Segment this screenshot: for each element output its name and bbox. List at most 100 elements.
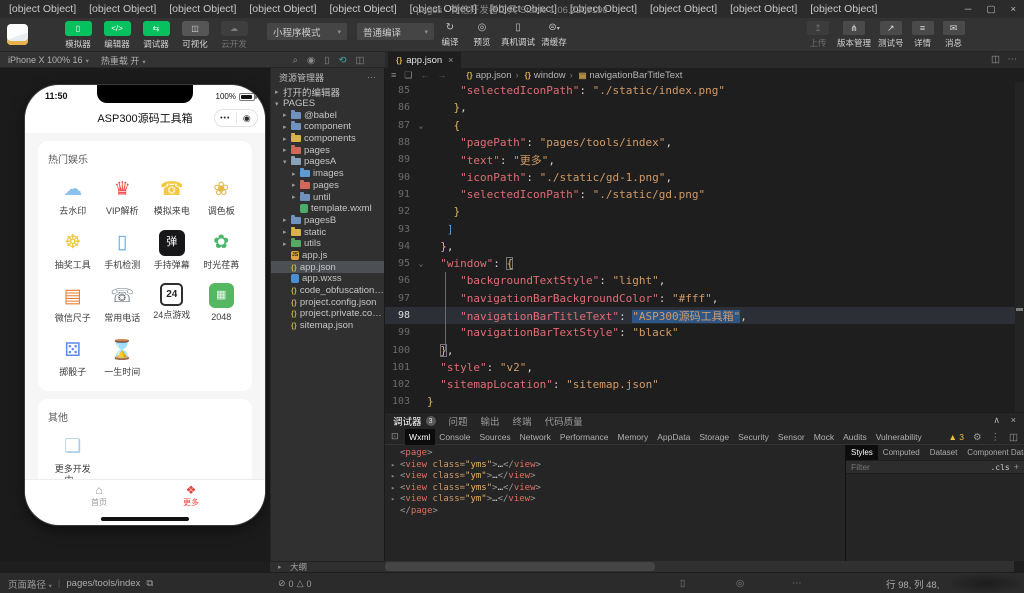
tab-app-json[interactable]: {} app.json × [388, 52, 462, 68]
devtools-tab[interactable]: Security [734, 429, 774, 445]
tree-item[interactable]: JS app.js [271, 250, 384, 262]
app-entry[interactable]: ⌛ 一生时间 [98, 337, 148, 379]
horizontal-scrollbar[interactable] [385, 561, 1014, 572]
capsule-menu[interactable]: ••• ◉ [214, 109, 258, 127]
styles-tab[interactable]: Computed [878, 445, 925, 460]
app-entry[interactable]: ☎ 模拟来电 [147, 176, 197, 218]
explorer-more-icon[interactable]: ⋯ [367, 72, 376, 83]
toolbar-action-button[interactable]: ⊜▾ 清缓存 [541, 22, 567, 48]
toolbar-toggle-button[interactable]: ☁ 云开发 [218, 21, 250, 50]
wxml-node[interactable]: <page> [391, 448, 839, 460]
toolbar-toggle-button[interactable]: </> 编辑器 [101, 21, 133, 50]
tree-item[interactable]: ▾ pagesA [271, 156, 384, 168]
debugger-tab[interactable]: 输出 [481, 414, 500, 428]
debugger-tab[interactable]: 调试器 3 [393, 414, 436, 428]
debugger-tab[interactable]: 代码质量 [545, 414, 583, 428]
devtools-tab[interactable]: AppData [653, 429, 695, 445]
user-avatar[interactable] [7, 24, 28, 45]
menu-item[interactable]: [object Object] [9, 3, 76, 15]
menu-item[interactable]: [object Object] [730, 3, 797, 15]
menu-item[interactable]: [object Object] [249, 3, 316, 15]
breadcrumb-item[interactable]: › ▤ navigationBarTitleText [570, 70, 683, 81]
close-panel-icon[interactable]: × [1011, 415, 1016, 425]
code-line[interactable]: 85 "selectedIconPath": "./static/index.p… [385, 82, 1024, 99]
inspect-element-icon[interactable]: ⊡ [385, 431, 405, 442]
code-editor[interactable]: 85 "selectedIconPath": "./static/index.p… [385, 82, 1024, 412]
tree-item[interactable]: ▾ PAGES [271, 98, 384, 110]
back-icon[interactable]: ← [420, 70, 429, 80]
devtools-tab[interactable]: Network [515, 429, 555, 445]
devtools-tab[interactable]: Audits [839, 429, 872, 445]
devtools-tab[interactable]: Console [435, 429, 475, 445]
menu-item[interactable]: [object Object] [650, 3, 717, 15]
outline-icon[interactable]: ≡ [391, 70, 396, 80]
toolbar-action-button[interactable]: ◎ 预览 [469, 22, 495, 48]
app-entry[interactable]: ▤ 微信尺子 [48, 283, 98, 325]
tree-item[interactable]: ▸ images [271, 168, 384, 180]
wxml-node[interactable]: ▸ <view class="yms">…</view> [391, 483, 839, 495]
tree-item[interactable]: ▸ 打开的编辑器 [271, 86, 384, 99]
code-line[interactable]: 97 "navigationBarBackgroundColor": "#fff… [385, 290, 1024, 307]
tree-item[interactable]: ▸ until [271, 191, 384, 203]
toolbar-right-button[interactable]: ≡ 详情 [911, 21, 935, 49]
scrollbar-thumb[interactable] [385, 562, 655, 571]
split-editor-icon[interactable]: ◫ [991, 54, 1000, 65]
app-entry[interactable]: ▯ 手机检测 [98, 230, 148, 272]
tab-close-icon[interactable]: × [448, 55, 453, 65]
capsule-home-icon[interactable]: ◉ [237, 113, 258, 124]
tree-item[interactable]: template.wxml [271, 203, 384, 215]
devtools-tab[interactable]: Memory [613, 429, 653, 445]
more-status-icon[interactable]: ⋯ [792, 573, 802, 593]
tree-item[interactable]: {} app.json [271, 261, 384, 273]
menu-item[interactable]: [object Object] [810, 3, 877, 15]
toolbar-right-button[interactable]: ⋔ 版本管理 [837, 21, 871, 49]
expand-arrow-icon[interactable] [391, 448, 400, 460]
devtools-tab[interactable]: Storage [695, 429, 734, 445]
app-entry[interactable]: 24 24点游戏 [147, 283, 197, 325]
app-entry[interactable]: ☏ 常用电话 [98, 283, 148, 325]
kebab-menu-icon[interactable]: ⋮ [991, 432, 1001, 443]
hot-reload-toggle[interactable]: 热重载 开 ▾ [101, 54, 146, 67]
tree-item[interactable]: ▸ component [271, 121, 384, 133]
toggle-class-button[interactable]: .cls [990, 463, 1009, 472]
toolbar-right-button[interactable]: ✉ 消息 [942, 21, 966, 49]
code-line[interactable]: 91 "selectedIconPath": "./static/gd.png" [385, 186, 1024, 203]
debugger-tab[interactable]: 终端 [513, 414, 532, 428]
code-line[interactable]: 94 }, [385, 238, 1024, 255]
close-icon[interactable]: × [1010, 4, 1016, 15]
expand-arrow-icon[interactable] [391, 506, 400, 518]
expand-arrow-icon[interactable]: ▸ [391, 494, 400, 506]
devtools-tab[interactable]: Sensor [773, 429, 809, 445]
menu-item[interactable]: [object Object] [570, 3, 637, 15]
mode-select[interactable]: 小程序模式 ▾ [267, 23, 347, 40]
app-entry[interactable]: ☸ 抽奖工具 [48, 230, 98, 272]
code-line[interactable]: 103 } [385, 393, 1024, 410]
devtools-tab[interactable]: Sources [475, 429, 515, 445]
devtools-tab[interactable]: Wxml [404, 428, 435, 445]
code-line[interactable]: 101 "style": "v2", [385, 359, 1024, 376]
overview-ruler[interactable] [1015, 82, 1024, 412]
devtools-tab[interactable]: Mock [809, 429, 838, 445]
more-actions-icon[interactable]: ⋯ [1008, 54, 1018, 65]
maximize-icon[interactable]: ▢ [986, 4, 995, 15]
tree-item[interactable]: {} project.private.config.js... [271, 308, 384, 320]
styles-tab[interactable]: Component Data [962, 445, 1024, 460]
breadcrumb-item[interactable]: › {} window [516, 70, 566, 81]
forward-icon[interactable]: → [437, 70, 446, 80]
code-line[interactable]: 92 } [385, 203, 1024, 220]
device-status-icon[interactable]: ▯ [680, 573, 685, 593]
warning-badge[interactable]: ▲ 3 [948, 432, 964, 442]
dock-side-icon[interactable]: ◫ [1009, 432, 1018, 443]
strip-icon[interactable]: ⌕ [293, 55, 298, 66]
strip-icon[interactable]: ◉ [307, 55, 315, 66]
code-line[interactable]: 100 }, [385, 341, 1024, 358]
fold-icon[interactable]: ⌄ [415, 121, 427, 130]
code-line[interactable]: 86 }, [385, 99, 1024, 116]
tree-item[interactable]: ▸ utils [271, 238, 384, 250]
preview-status-icon[interactable]: ◎ [736, 573, 744, 593]
strip-icon[interactable]: ⟲ [338, 55, 346, 66]
tree-item[interactable]: ▸ pagesB [271, 214, 384, 227]
menu-item[interactable]: [object Object] [410, 3, 477, 15]
toolbar-right-button[interactable]: ↗ 测试号 [878, 21, 904, 49]
tabbar-item[interactable]: ⌂ 首页 [91, 484, 107, 508]
